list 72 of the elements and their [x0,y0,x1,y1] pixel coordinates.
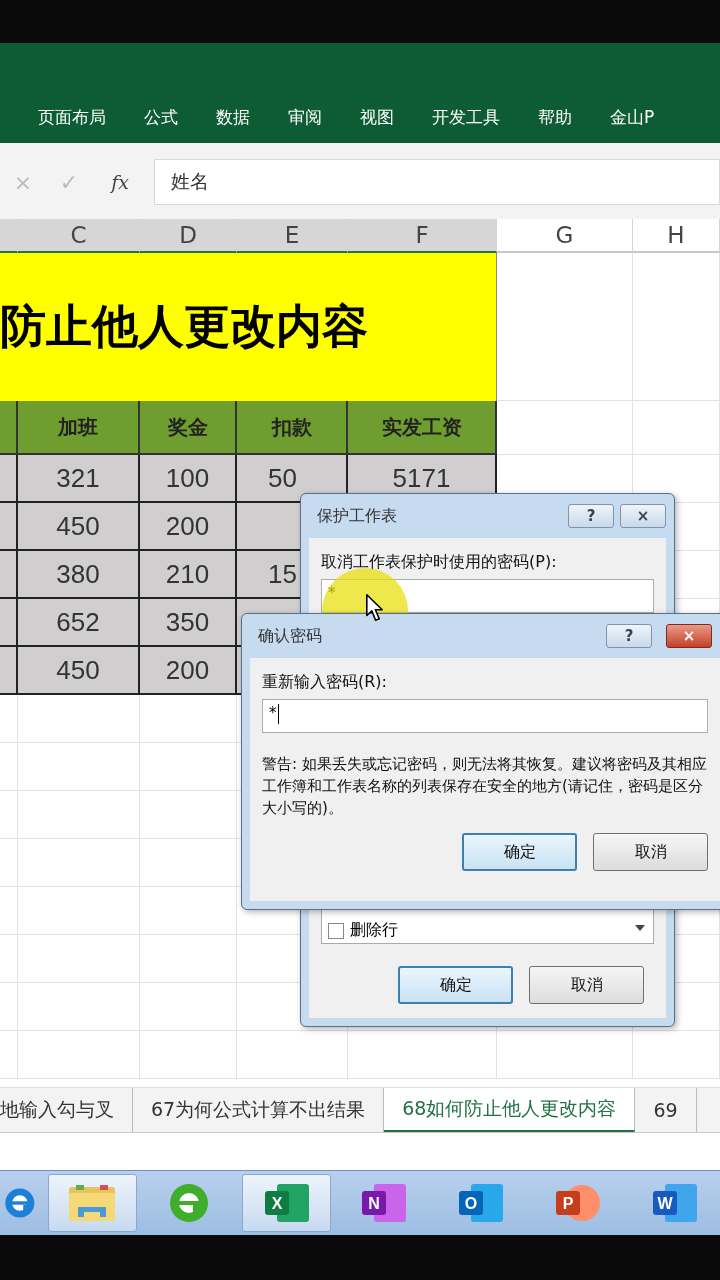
close-button[interactable]: × [620,504,666,528]
table-header-cell: 加班 [18,401,140,455]
dialog-button[interactable]: 取消 [593,833,708,871]
ribbon-tab[interactable]: 开发工具 [432,105,500,129]
ribbon-tab[interactable]: 页面布局 [38,105,106,129]
ribbon-tab[interactable]: 视图 [360,105,394,129]
column-header[interactable]: G [497,219,633,253]
column-header[interactable] [0,219,18,253]
table-header-cell [0,401,18,455]
sheet-tab[interactable]: 68如何防止他人更改内容 [384,1088,636,1132]
ribbon-tab[interactable]: 审阅 [288,105,322,129]
table-header-cell: 奖金 [140,401,237,455]
scroll-down-icon[interactable] [635,925,645,931]
table-cell: 50 [237,455,348,503]
table-cell: 350 [140,599,237,647]
table-cell [0,887,18,935]
column-header[interactable]: F [348,219,497,253]
column-header[interactable]: D [140,219,237,253]
password-field[interactable]: * [262,699,708,733]
taskbar-button[interactable]: O [436,1174,526,1232]
option-label: 删除行 [350,920,398,941]
table-cell [0,503,18,551]
table-cell: 200 [140,503,237,551]
dialog-button[interactable]: 确定 [462,833,577,871]
table-cell [0,695,18,743]
column-header[interactable]: H [633,219,720,253]
sheet-tab[interactable]: 69 [635,1088,697,1132]
help-button[interactable]: ? [568,504,614,528]
table-cell [0,791,18,839]
table-cell [0,839,18,887]
formula-field[interactable]: 姓名 [154,159,720,205]
table-cell [0,455,18,503]
table-cell [0,935,18,983]
table-cell: 210 [140,551,237,599]
table-header-cell: 实发工资 [348,401,497,455]
table-cell: 321 [18,455,140,503]
ribbon-tab[interactable]: 公式 [144,105,178,129]
taskbar-button[interactable]: X [242,1174,332,1232]
table-cell [0,1031,18,1079]
table-cell: 450 [18,503,140,551]
table-cell: 200 [140,647,237,695]
dialog-title: 保护工作表 [317,505,398,527]
ribbon-tab[interactable]: 数据 [216,105,250,129]
table-cell [0,983,18,1031]
dialog-button[interactable]: 取消 [529,966,644,1004]
checkbox[interactable] [328,922,344,939]
sheet-title: 防止他人更改内容 [0,298,368,355]
insert-function-button[interactable]: fx [92,171,148,193]
table-cell [0,599,18,647]
taskbar-button[interactable]: P [533,1174,623,1232]
field-label: 重新输入密码(R): [262,672,388,693]
cursor-icon [366,594,383,621]
column-header[interactable]: C [18,219,140,253]
column-header[interactable]: E [237,219,348,253]
dialog-button[interactable]: 确定 [398,966,513,1004]
help-button[interactable]: ? [606,624,652,648]
dialog-title: 确认密码 [258,625,323,647]
table-header-cell: 扣款 [237,401,348,455]
table-cell [0,743,18,791]
ribbon-tab[interactable]: 金山P [610,105,655,129]
sheet-tab[interactable]: 地输入勾与叉 [0,1088,133,1132]
table-cell [0,551,18,599]
taskbar-button[interactable]: W [630,1174,720,1232]
taskbar-button[interactable] [47,1174,137,1232]
taskbar-button[interactable]: N [339,1174,429,1232]
table-cell: 652 [18,599,140,647]
ribbon-tab[interactable]: 帮助 [538,105,572,129]
table-cell: 450 [18,647,140,695]
table-cell: 380 [18,551,140,599]
table-cell: 100 [140,455,237,503]
table-cell [0,647,18,695]
warning-text: 警告: 如果丢失或忘记密码，则无法将其恢复。建议将密码及其相应工作簿和工作表名称的列表保存在安全的地方(请记住，密码是区分大小写的)。 [262,754,708,819]
